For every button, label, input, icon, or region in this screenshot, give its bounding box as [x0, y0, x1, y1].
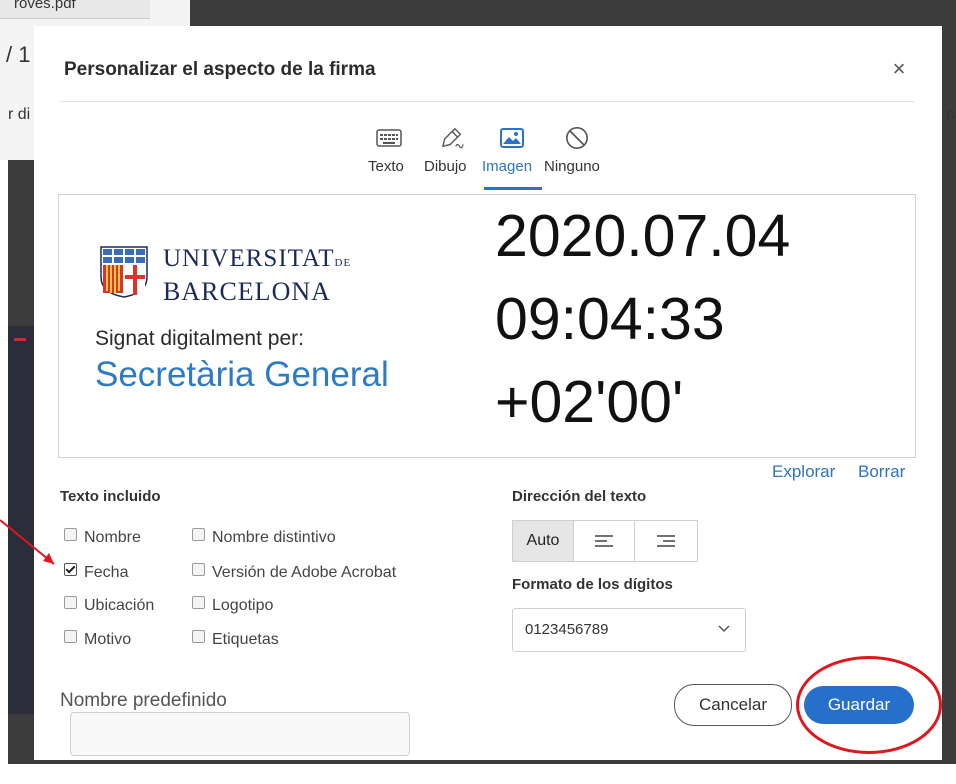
timezone-line: +02'00'	[495, 369, 684, 435]
checkbox-label: Ubicación	[84, 597, 155, 614]
pen-icon	[442, 128, 464, 149]
direction-auto-button[interactable]: Auto	[513, 521, 574, 561]
clear-link[interactable]: Borrar	[858, 462, 905, 482]
checkbox-label: Logotipo	[212, 597, 274, 614]
close-icon[interactable]: ×	[890, 58, 908, 80]
checkbox-label: Etiquetas	[212, 631, 279, 648]
align-left-icon	[595, 535, 613, 547]
background-page-number: / 1	[6, 42, 31, 67]
browse-link[interactable]: Explorar	[772, 462, 835, 482]
university-name-line1: UNIVERSITATDE	[163, 245, 351, 273]
save-button[interactable]: Guardar	[804, 686, 914, 724]
university-name-main: UNIVERSITAT	[163, 245, 335, 272]
checkbox-box	[64, 630, 77, 643]
tab-dibujo-label: Dibujo	[424, 158, 467, 175]
digit-format-heading: Formato de los dígitos	[512, 576, 673, 593]
tab-imagen[interactable]: Imagen	[482, 122, 544, 186]
checkbox-motivo[interactable]: Motivo	[64, 630, 131, 649]
checkbox-box	[192, 630, 205, 643]
checkbox-box	[64, 528, 77, 541]
university-name-line2: BARCELONA	[163, 277, 331, 306]
checkbox-version-acrobat[interactable]: Versión de Adobe Acrobat	[192, 563, 396, 582]
signature-date: 2020.07.04 09:04:33 +02'00'	[495, 195, 790, 444]
tab-texto[interactable]: Texto	[364, 122, 414, 186]
direction-right-button[interactable]	[635, 521, 697, 561]
checkbox-label: Versión de Adobe Acrobat	[212, 564, 397, 581]
image-icon	[500, 128, 524, 148]
university-seal-icon	[100, 246, 148, 298]
digit-format-select[interactable]: 0123456789	[512, 608, 746, 652]
checkbox-box	[64, 596, 77, 609]
text-direction-selector: Auto	[512, 520, 698, 562]
cancel-button[interactable]: Cancelar	[674, 684, 792, 726]
background-tab: roves.pdf ×	[0, 0, 150, 19]
checkbox-label: Motivo	[84, 631, 132, 648]
direction-auto-label: Auto	[526, 532, 560, 549]
checkbox-label: Nombre distintivo	[212, 529, 336, 546]
background-sidebar-mark	[14, 338, 26, 341]
chevron-down-icon	[718, 625, 730, 633]
checkbox-ubicacion[interactable]: Ubicación	[64, 596, 154, 615]
checkbox-fecha[interactable]: Fecha	[64, 563, 128, 582]
signature-preview: UNIVERSITATDE BARCELONA Signat digitalme…	[58, 194, 916, 458]
checkbox-label: Fecha	[84, 564, 129, 581]
tab-ninguno[interactable]: Ninguno	[544, 122, 606, 186]
background-tab-close-icon: ×	[140, 0, 150, 2]
background-tab-label: roves.pdf	[14, 0, 76, 12]
none-icon	[566, 127, 588, 149]
text-direction-heading: Dirección del texto	[512, 488, 647, 505]
checkbox-etiquetas[interactable]: Etiquetas	[192, 630, 279, 649]
signature-appearance-dialog: Personalizar el aspecto de la firma × Te…	[34, 26, 942, 760]
title-divider	[60, 101, 914, 102]
checkbox-box	[192, 596, 205, 609]
checkbox-label: Nombre	[84, 529, 141, 546]
checkbox-nombre[interactable]: Nombre	[64, 528, 141, 547]
signed-by-label: Signat digitalment per:	[95, 327, 304, 350]
tab-imagen-label: Imagen	[482, 158, 533, 175]
university-name-suffix: DE	[334, 257, 352, 269]
checkbox-logotipo[interactable]: Logotipo	[192, 596, 273, 615]
tab-texto-label: Texto	[368, 158, 404, 175]
preset-name-label: Nombre predefinido	[60, 690, 227, 711]
tab-ninguno-label: Ninguno	[544, 158, 600, 175]
date-line: 2020.07.04	[495, 203, 791, 269]
tab-dibujo[interactable]: Dibujo	[424, 122, 482, 186]
checkbox-box	[192, 528, 205, 541]
included-text-heading: Texto incluido	[60, 488, 161, 505]
background-text-fragment-right: na	[946, 106, 956, 123]
keyboard-icon	[376, 129, 402, 147]
direction-left-button[interactable]	[574, 521, 635, 561]
dialog-title: Personalizar el aspecto de la firma	[64, 59, 376, 80]
bottom-margin	[8, 764, 956, 784]
background-text-fragment: r di	[8, 106, 31, 123]
active-tab-indicator	[484, 187, 542, 190]
align-right-icon	[657, 535, 675, 547]
checkbox-box-checked	[64, 563, 77, 576]
preset-name-input[interactable]	[70, 712, 410, 756]
digit-format-value: 0123456789	[525, 621, 609, 638]
checkbox-nombre-distintivo[interactable]: Nombre distintivo	[192, 528, 336, 547]
checkbox-box	[192, 563, 205, 576]
background-sidebar	[8, 326, 34, 714]
time-line: 09:04:33	[495, 286, 725, 352]
signer-name: Secretària General	[95, 355, 389, 394]
